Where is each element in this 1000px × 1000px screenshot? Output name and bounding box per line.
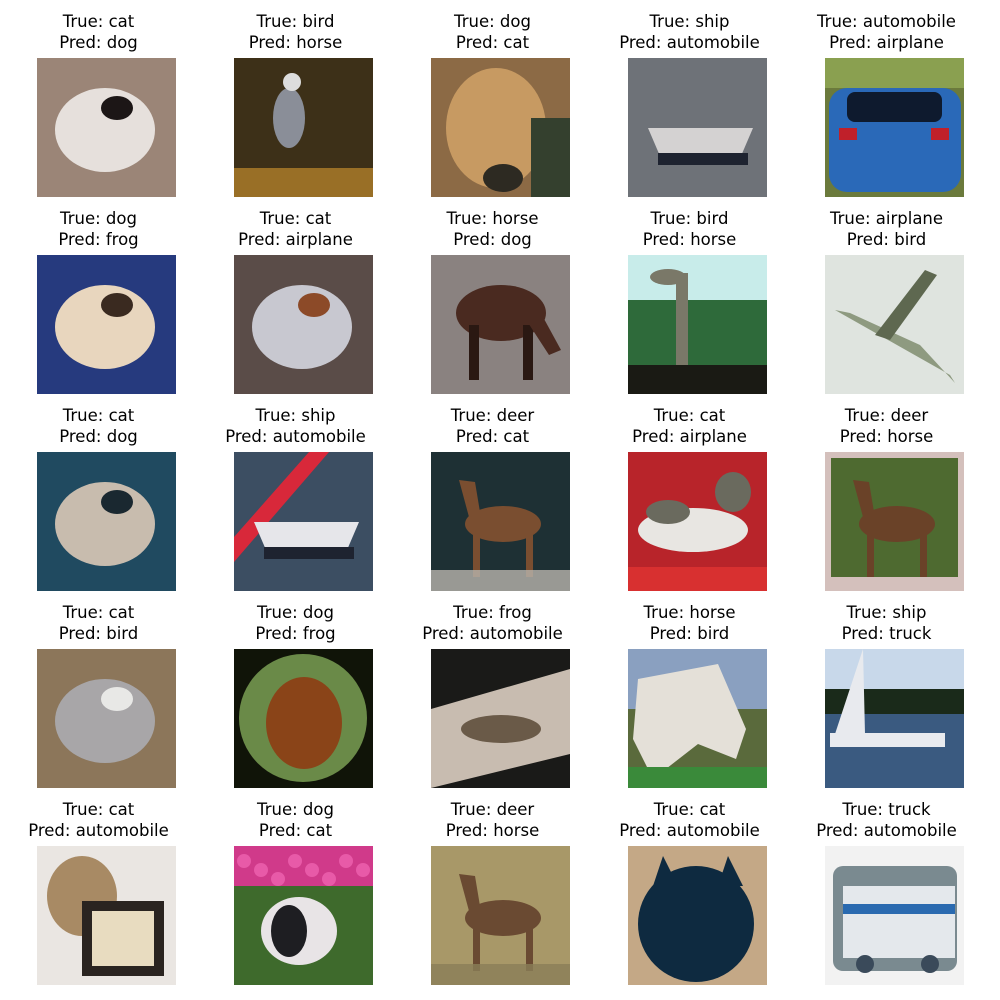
- sample-thumbnail: [628, 58, 767, 197]
- sample-cell: True: cat Pred: airplane: [197, 197, 394, 394]
- sample-thumbnail: [234, 452, 373, 591]
- pred-label: Pred: bird: [846, 230, 927, 249]
- sample-thumbnail: [234, 846, 373, 985]
- sample-cell: True: truck Pred: automobile: [788, 788, 985, 985]
- pred-label: Pred: truck: [841, 624, 932, 643]
- sample-image: [37, 58, 176, 197]
- sample-cell: True: cat Pred: bird: [0, 591, 197, 788]
- sample-thumbnail: [628, 452, 767, 591]
- sample-thumbnail: [431, 58, 570, 197]
- sample-thumbnail: [234, 649, 373, 788]
- sample-image: [234, 452, 373, 591]
- sample-cell: True: dog Pred: cat: [197, 788, 394, 985]
- sample-image: [431, 649, 570, 788]
- sample-cell: True: horse Pred: bird: [591, 591, 788, 788]
- sample-thumbnail: [825, 452, 964, 591]
- sample-cell: True: bird Pred: horse: [197, 0, 394, 197]
- sample-title: True: ship Pred: truck: [768, 602, 1000, 644]
- sample-image: [234, 255, 373, 394]
- sample-cell: True: dog Pred: frog: [197, 591, 394, 788]
- sample-image: [628, 649, 767, 788]
- true-label: True: ship: [846, 603, 927, 622]
- sample-thumbnail: [37, 846, 176, 985]
- sample-image: [825, 649, 964, 788]
- true-label: True: automobile: [817, 12, 956, 31]
- sample-thumbnail: [37, 255, 176, 394]
- sample-thumbnail: [37, 58, 176, 197]
- sample-thumbnail: [234, 58, 373, 197]
- pred-label: Pred: horse: [839, 427, 934, 446]
- sample-image: [431, 255, 570, 394]
- sample-thumbnail: [431, 452, 570, 591]
- sample-image: [37, 649, 176, 788]
- sample-image: [37, 255, 176, 394]
- sample-image: [825, 58, 964, 197]
- sample-thumbnail: [825, 649, 964, 788]
- sample-cell: True: cat Pred: automobile: [0, 788, 197, 985]
- sample-cell: True: automobile Pred: airplane: [788, 0, 985, 197]
- sample-image: [628, 846, 767, 985]
- sample-cell: True: dog Pred: frog: [0, 197, 197, 394]
- sample-thumbnail: [628, 649, 767, 788]
- sample-thumbnail: [431, 846, 570, 985]
- sample-image: [628, 452, 767, 591]
- sample-image: [628, 58, 767, 197]
- sample-image: [37, 452, 176, 591]
- sample-image: [234, 846, 373, 985]
- sample-cell: True: airplane Pred: bird: [788, 197, 985, 394]
- sample-title: True: airplane Pred: bird: [768, 208, 1000, 250]
- sample-cell: True: cat Pred: airplane: [591, 394, 788, 591]
- sample-image: [825, 255, 964, 394]
- pred-label: Pred: airplane: [829, 33, 944, 52]
- true-label: True: truck: [842, 800, 931, 819]
- sample-cell: True: frog Pred: automobile: [394, 591, 591, 788]
- sample-cell: True: cat Pred: automobile: [591, 788, 788, 985]
- sample-thumbnail: [37, 452, 176, 591]
- sample-thumbnail: [37, 649, 176, 788]
- sample-cell: True: ship Pred: truck: [788, 591, 985, 788]
- sample-cell: True: cat Pred: dog: [0, 394, 197, 591]
- sample-thumbnail: [431, 255, 570, 394]
- sample-cell: True: deer Pred: cat: [394, 394, 591, 591]
- sample-cell: True: bird Pred: horse: [591, 197, 788, 394]
- sample-thumbnail: [825, 58, 964, 197]
- sample-cell: True: horse Pred: dog: [394, 197, 591, 394]
- sample-title: True: deer Pred: horse: [768, 405, 1000, 447]
- sample-image: [628, 255, 767, 394]
- sample-thumbnail: [628, 846, 767, 985]
- sample-title: True: automobile Pred: airplane: [768, 11, 1000, 53]
- sample-image: [234, 58, 373, 197]
- sample-image: [431, 846, 570, 985]
- sample-image: [431, 452, 570, 591]
- sample-grid: True: cat Pred: dog True: bird Pred: horse T…: [0, 0, 1000, 1000]
- sample-thumbnail: [431, 649, 570, 788]
- sample-image: [825, 846, 964, 985]
- sample-cell: True: ship Pred: automobile: [591, 0, 788, 197]
- sample-cell: True: deer Pred: horse: [394, 788, 591, 985]
- true-label: True: airplane: [829, 209, 944, 228]
- sample-thumbnail: [825, 255, 964, 394]
- sample-cell: True: deer Pred: horse: [788, 394, 985, 591]
- sample-image: [234, 649, 373, 788]
- sample-thumbnail: [628, 255, 767, 394]
- sample-cell: True: cat Pred: dog: [0, 0, 197, 197]
- sample-thumbnail: [234, 255, 373, 394]
- pred-label: Pred: automobile: [816, 821, 957, 840]
- sample-cell: True: dog Pred: cat: [394, 0, 591, 197]
- sample-image: [431, 58, 570, 197]
- sample-cell: True: ship Pred: automobile: [197, 394, 394, 591]
- true-label: True: deer: [844, 406, 929, 425]
- sample-title: True: truck Pred: automobile: [768, 799, 1000, 841]
- sample-image: [825, 452, 964, 591]
- sample-image: [37, 846, 176, 985]
- sample-thumbnail: [825, 846, 964, 985]
